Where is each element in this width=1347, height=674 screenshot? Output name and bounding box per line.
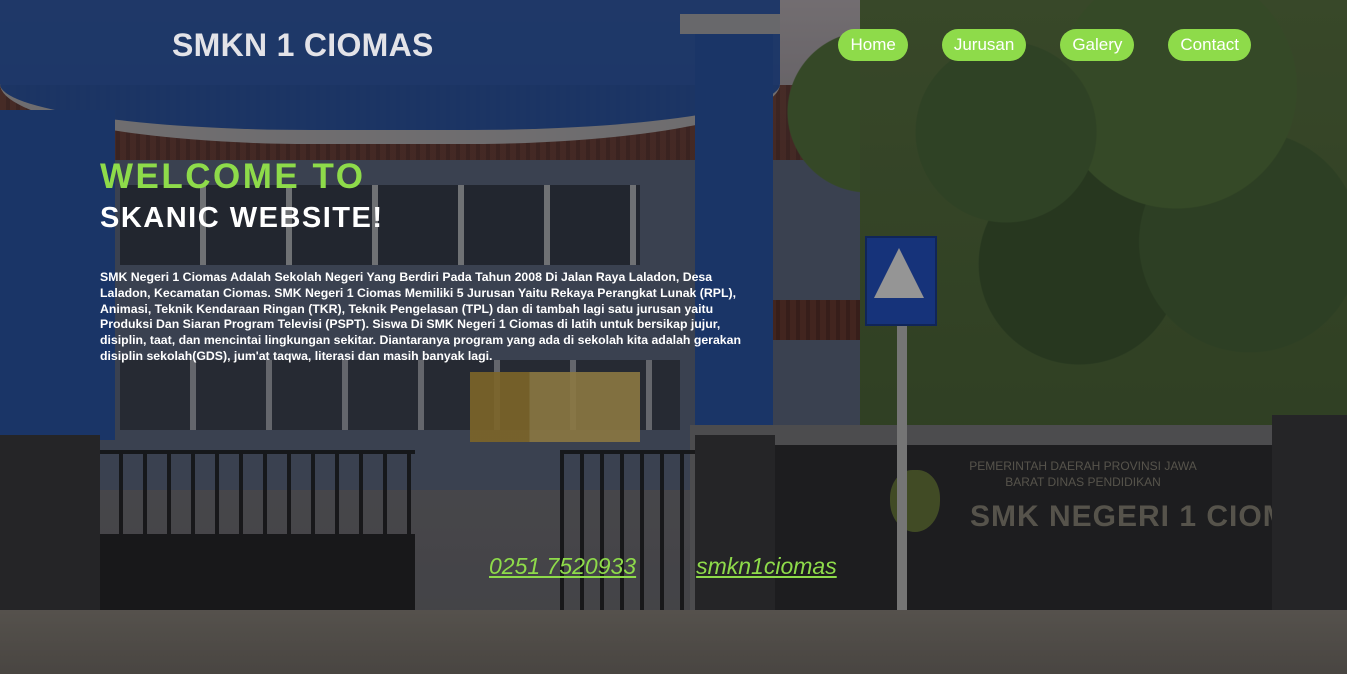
nav-home-button[interactable]: Home — [838, 29, 908, 61]
main-nav: Home Jurusan Galery Contact — [838, 29, 1251, 61]
hero-website-heading: SKANIC WEBSITE! — [100, 202, 384, 234]
nav-contact-button[interactable]: Contact — [1168, 29, 1251, 61]
hero-welcome-heading: WELCOME TO — [100, 157, 366, 196]
nav-galery-button[interactable]: Galery — [1060, 29, 1135, 61]
social-link[interactable]: smkn1ciomas — [696, 553, 837, 580]
site-brand: SMKN 1 CIOMAS — [172, 27, 434, 63]
contact-links: 0251 7520933 smkn1ciomas — [489, 553, 837, 580]
hero-description: SMK Negeri 1 Ciomas Adalah Sekolah Neger… — [100, 270, 741, 363]
phone-link[interactable]: 0251 7520933 — [489, 553, 636, 580]
nav-jurusan-button[interactable]: Jurusan — [941, 29, 1027, 61]
